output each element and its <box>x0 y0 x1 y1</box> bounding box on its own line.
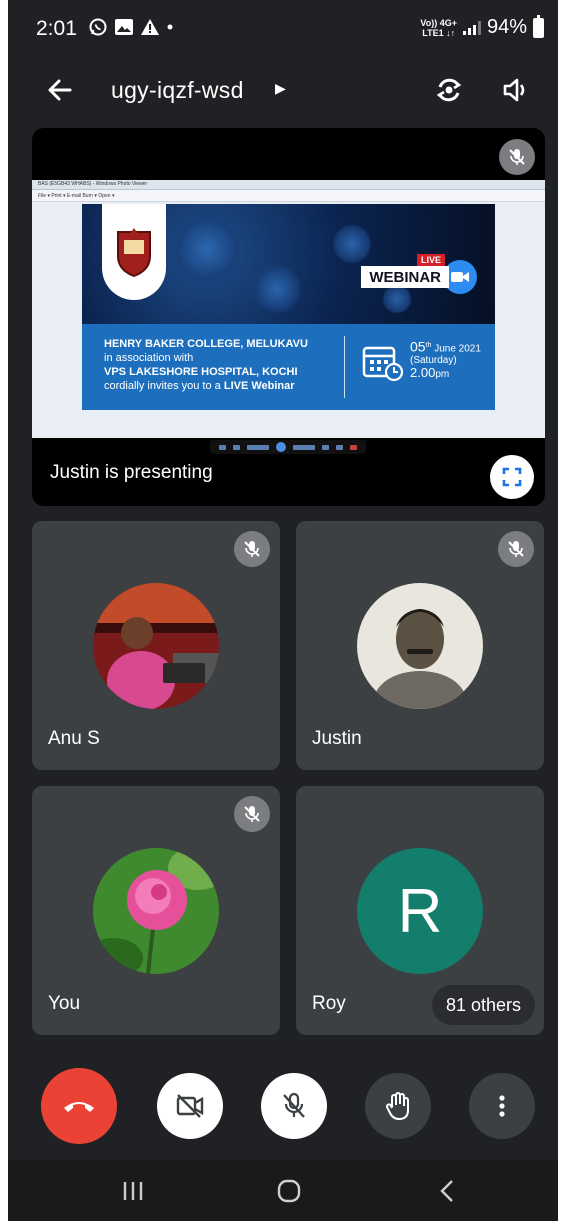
avatar-roy: R <box>357 848 483 974</box>
college-logo <box>102 204 166 300</box>
camera-toggle-button[interactable] <box>157 1073 223 1139</box>
signal-icon <box>462 20 481 35</box>
whatsapp-icon <box>89 18 107 36</box>
battery-icon <box>533 14 544 38</box>
recents-icon <box>123 1182 143 1200</box>
battery-percent: 94% <box>486 16 527 38</box>
home-button[interactable] <box>272 1174 306 1208</box>
end-call-button[interactable] <box>41 1068 117 1144</box>
participant-name: You <box>48 993 81 1014</box>
photo-viewer-toolbar <box>210 440 366 454</box>
mic-off-icon <box>508 541 524 557</box>
network-top: Vo)) 4G+ <box>420 17 457 28</box>
camera-off-icon <box>176 1094 204 1118</box>
mic-off-icon <box>283 1092 305 1118</box>
status-time: 2:01 <box>36 17 77 40</box>
mic-off-icon <box>244 806 260 822</box>
poster-date: 05th June 2021 (Saturday) 2.00pm <box>410 338 481 381</box>
home-icon <box>277 1179 301 1203</box>
window-menu: File ▾ Print ▾ E-mail Burn ▾ Open ▾ <box>32 190 545 202</box>
warning-icon <box>141 19 159 35</box>
dot-icon <box>167 24 173 30</box>
meet-screen: 2:01 Vo)) 4G+ LTE1 ↓↑ 94% ugy-iqzf-wsd ▶ <box>8 0 558 1221</box>
system-nav-bar <box>8 1160 558 1221</box>
poster-banner: LIVE WEBINAR <box>82 204 495 324</box>
raise-hand-button[interactable] <box>365 1073 431 1139</box>
network-indicator: Vo)) 4G+ LTE1 ↓↑ <box>420 18 457 38</box>
date-rest: June 2021 <box>431 343 481 355</box>
recent-apps-button[interactable] <box>116 1174 150 1208</box>
caret-right-icon[interactable]: ▶ <box>275 80 286 97</box>
mic-toggle-button[interactable] <box>261 1073 327 1139</box>
poster-line-1: HENRY BAKER COLLEGE, MELUKAVU <box>104 338 308 350</box>
participant-name: Anu S <box>48 728 100 749</box>
muted-badge <box>498 531 534 567</box>
meeting-code[interactable]: ugy-iqzf-wsd <box>111 77 244 104</box>
muted-badge <box>234 796 270 832</box>
avatar-justin <box>357 583 483 709</box>
webinar-text: WEBINAR <box>369 269 441 286</box>
live-tag: LIVE <box>416 254 445 266</box>
presenting-label: Justin is presenting <box>50 462 213 483</box>
date-time-unit: pm <box>435 369 450 381</box>
back-nav-button[interactable] <box>432 1174 462 1208</box>
participant-name: Justin <box>312 728 362 749</box>
mic-off-icon <box>509 149 525 165</box>
network-bottom: LTE1 ↓↑ <box>422 27 456 38</box>
participant-tile-you[interactable]: You <box>32 786 280 1035</box>
date-time: 2.00 <box>410 365 436 381</box>
status-notification-icons <box>88 17 174 37</box>
poster-line-4-prefix: cordially invites you to a <box>104 380 224 392</box>
poster-divider <box>344 336 345 398</box>
participant-tile-roy[interactable]: R Roy 81 others <box>296 786 544 1035</box>
participant-tile-justin[interactable]: Justin <box>296 521 544 770</box>
switch-camera-icon[interactable] <box>432 73 466 107</box>
avatar-anu-s <box>93 583 219 709</box>
speaker-icon[interactable] <box>499 73 533 107</box>
college-crest-icon <box>117 228 151 278</box>
fullscreen-button[interactable] <box>490 455 534 499</box>
end-call-icon <box>64 1102 94 1112</box>
fullscreen-icon <box>502 467 522 487</box>
date-day: 05 <box>410 338 426 355</box>
status-bar: 2:01 Vo)) 4G+ LTE1 ↓↑ 94% <box>8 0 558 60</box>
back-chevron-icon <box>440 1180 453 1202</box>
poster-line-4-bold: LIVE Webinar <box>223 380 295 392</box>
more-vert-icon <box>499 1095 505 1117</box>
status-right: Vo)) 4G+ LTE1 ↓↑ 94% <box>420 14 544 39</box>
participant-tile-anu-s[interactable]: Anu S <box>32 521 280 770</box>
live-webinar-badge: LIVE WEBINAR <box>361 254 477 294</box>
window-titlebar: BAS (E5GB43 WHABS) - Windows Photo Viewe… <box>32 180 545 190</box>
poster-details: HENRY BAKER COLLEGE, MELUKAVU in associa… <box>82 324 495 410</box>
more-options-button[interactable] <box>469 1073 535 1139</box>
participant-name: Roy <box>312 993 346 1014</box>
raise-hand-icon <box>385 1092 409 1121</box>
back-arrow-icon[interactable] <box>42 72 78 108</box>
meeting-header: ugy-iqzf-wsd ▶ <box>8 60 558 120</box>
gallery-icon <box>115 19 133 35</box>
muted-badge <box>234 531 270 567</box>
shared-screen: BAS (E5GB43 WHABS) - Windows Photo Viewe… <box>32 180 545 438</box>
presentation-tile[interactable]: BAS (E5GB43 WHABS) - Windows Photo Viewe… <box>32 128 545 506</box>
poster-line-3: VPS LAKESHORE HOSPITAL, KOCHI <box>104 366 298 378</box>
window-title: BAS (E5GB43 WHABS) - Windows Photo Viewe… <box>38 181 148 187</box>
calendar-icon <box>362 346 404 382</box>
poster-line-4: cordially invites you to a LIVE Webinar <box>104 380 295 392</box>
others-count-button[interactable]: 81 others <box>431 985 535 1025</box>
avatar-you-rose <box>93 848 219 974</box>
poster-line-2: in association with <box>104 352 194 364</box>
presentation-muted-badge <box>499 139 535 175</box>
mic-off-icon <box>244 541 260 557</box>
